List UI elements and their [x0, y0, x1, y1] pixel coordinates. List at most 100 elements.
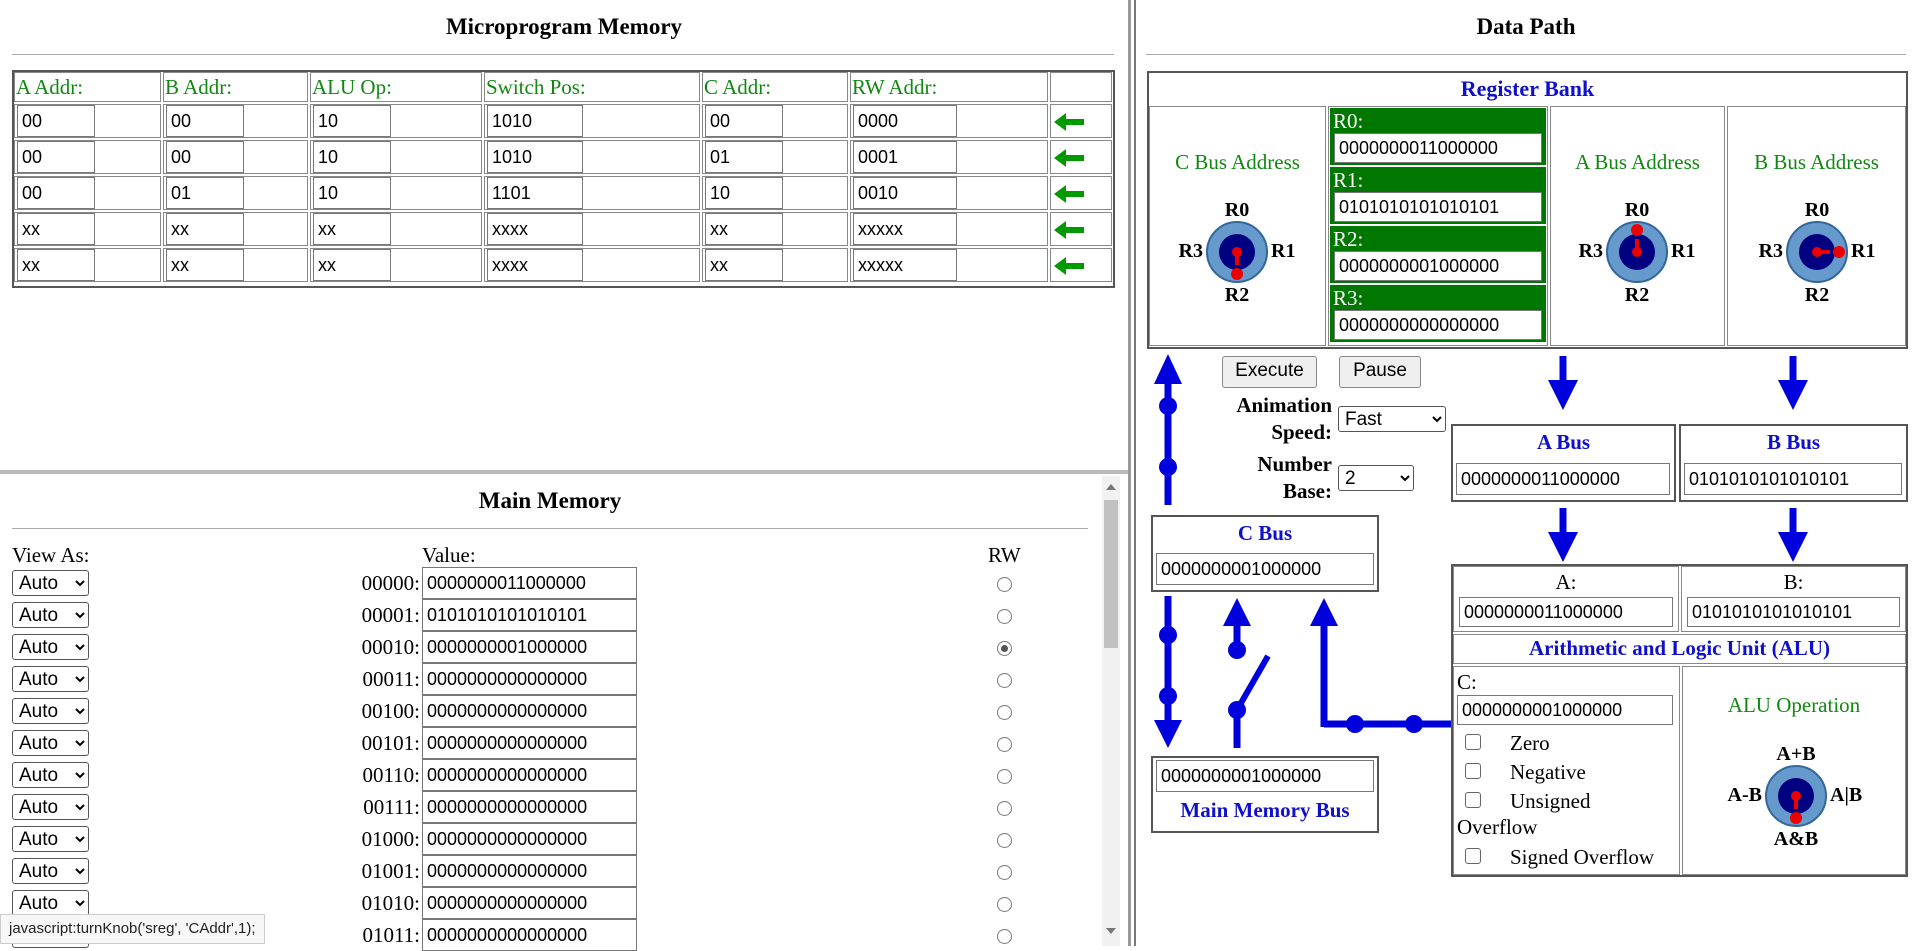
micro-field[interactable]: [17, 213, 95, 245]
micro-field[interactable]: [313, 105, 391, 137]
arrow-left-icon[interactable]: [1052, 147, 1088, 169]
b-bus-value[interactable]: [1684, 463, 1902, 495]
arrow-left-icon[interactable]: [1052, 219, 1088, 241]
micro-field[interactable]: [17, 105, 95, 137]
animation-speed-select[interactable]: Fast: [1338, 406, 1446, 432]
scroll-up-icon[interactable]: [1106, 484, 1116, 490]
a-bus-address-knob[interactable]: [1605, 220, 1669, 284]
micro-field[interactable]: [705, 249, 783, 281]
register-value[interactable]: [1334, 251, 1542, 281]
micro-field[interactable]: [17, 177, 95, 209]
micro-field[interactable]: [853, 105, 957, 137]
number-base-select[interactable]: 2: [1338, 465, 1414, 491]
memory-value-field[interactable]: [422, 599, 637, 631]
rw-radio[interactable]: [997, 737, 1012, 752]
memory-value-field[interactable]: [422, 919, 637, 951]
memory-value-field[interactable]: [422, 663, 637, 695]
memory-value-field[interactable]: [422, 727, 637, 759]
negative-checkbox[interactable]: [1465, 763, 1481, 779]
micro-field[interactable]: [17, 141, 95, 173]
view-as-select[interactable]: Auto: [12, 730, 89, 756]
micro-field[interactable]: [487, 213, 583, 245]
view-as-select[interactable]: Auto: [12, 666, 89, 692]
memory-value-field[interactable]: [422, 631, 637, 663]
micro-field[interactable]: [166, 177, 244, 209]
micro-field[interactable]: [17, 249, 95, 281]
view-as-select[interactable]: Auto: [12, 698, 89, 724]
micro-field[interactable]: [487, 141, 583, 173]
micro-field[interactable]: [705, 141, 783, 173]
arrow-left-icon[interactable]: [1052, 183, 1088, 205]
scrollbar-thumb[interactable]: [1104, 500, 1118, 648]
c-bus-value[interactable]: [1156, 553, 1374, 585]
micro-field[interactable]: [166, 249, 244, 281]
micro-field[interactable]: [313, 141, 391, 173]
memory-value-field[interactable]: [422, 855, 637, 887]
micro-field[interactable]: [853, 177, 957, 209]
scroll-down-icon[interactable]: [1106, 928, 1116, 934]
micro-field[interactable]: [705, 177, 783, 209]
rw-radio[interactable]: [997, 673, 1012, 688]
memory-value-field[interactable]: [422, 791, 637, 823]
alu-a-value[interactable]: [1459, 597, 1673, 627]
rw-radio[interactable]: [997, 833, 1012, 848]
arrow-left-icon[interactable]: [1052, 255, 1088, 277]
micro-field[interactable]: [487, 249, 583, 281]
register-bank-title: Register Bank: [1460, 76, 1595, 101]
rw-radio[interactable]: [997, 609, 1012, 624]
unsigned-overflow-checkbox[interactable]: [1465, 792, 1481, 808]
memory-value-field[interactable]: [422, 887, 637, 919]
register-value[interactable]: [1334, 192, 1542, 222]
rw-radio[interactable]: [997, 865, 1012, 880]
register-value[interactable]: [1334, 133, 1542, 163]
memory-value-field[interactable]: [422, 823, 637, 855]
view-as-select[interactable]: Auto: [12, 890, 89, 916]
c-bus-address-knob[interactable]: [1205, 220, 1269, 284]
main-memory-bus-value[interactable]: [1156, 760, 1374, 792]
register-value[interactable]: [1334, 310, 1542, 340]
zero-checkbox[interactable]: [1465, 734, 1481, 750]
execute-button[interactable]: Execute: [1222, 356, 1317, 388]
micro-field[interactable]: [166, 141, 244, 173]
view-as-select[interactable]: Auto: [12, 570, 89, 596]
micro-field[interactable]: [705, 105, 783, 137]
micro-field[interactable]: [853, 213, 957, 245]
view-as-select[interactable]: Auto: [12, 602, 89, 628]
b-bus-address-knob[interactable]: [1785, 220, 1849, 284]
micro-field[interactable]: [313, 213, 391, 245]
view-as-select[interactable]: Auto: [12, 762, 89, 788]
micro-field[interactable]: [853, 141, 957, 173]
rw-radio[interactable]: [997, 929, 1012, 944]
a-bus-value[interactable]: [1456, 463, 1670, 495]
arrow-left-icon[interactable]: [1052, 111, 1088, 133]
horizontal-splitter[interactable]: [0, 470, 1128, 474]
alu-c-value[interactable]: [1457, 695, 1673, 725]
rw-radio[interactable]: [997, 705, 1012, 720]
rw-radio[interactable]: [997, 801, 1012, 816]
signed-overflow-checkbox[interactable]: [1465, 848, 1481, 864]
micro-field[interactable]: [313, 249, 391, 281]
memory-value-field[interactable]: [422, 695, 637, 727]
micro-field[interactable]: [313, 177, 391, 209]
view-as-select[interactable]: Auto: [12, 794, 89, 820]
alu-b-value[interactable]: [1687, 597, 1900, 627]
micro-field[interactable]: [166, 105, 244, 137]
vertical-splitter[interactable]: [1128, 0, 1131, 946]
micro-field[interactable]: [487, 105, 583, 137]
view-as-select[interactable]: Auto: [12, 858, 89, 884]
view-as-select[interactable]: Auto: [12, 826, 89, 852]
view-as-select[interactable]: Auto: [12, 634, 89, 660]
rw-radio[interactable]: [997, 897, 1012, 912]
micro-field[interactable]: [487, 177, 583, 209]
micro-field[interactable]: [166, 213, 244, 245]
micro-field[interactable]: [705, 213, 783, 245]
pause-button[interactable]: Pause: [1339, 356, 1421, 388]
memory-value-field[interactable]: [422, 567, 637, 599]
memory-value-field[interactable]: [422, 759, 637, 791]
micro-field[interactable]: [853, 249, 957, 281]
rw-radio[interactable]: [997, 769, 1012, 784]
memory-address: 00010:: [361, 635, 420, 659]
rw-radio[interactable]: [997, 641, 1012, 656]
rw-radio[interactable]: [997, 577, 1012, 592]
memory-scrollbar[interactable]: [1102, 476, 1120, 946]
